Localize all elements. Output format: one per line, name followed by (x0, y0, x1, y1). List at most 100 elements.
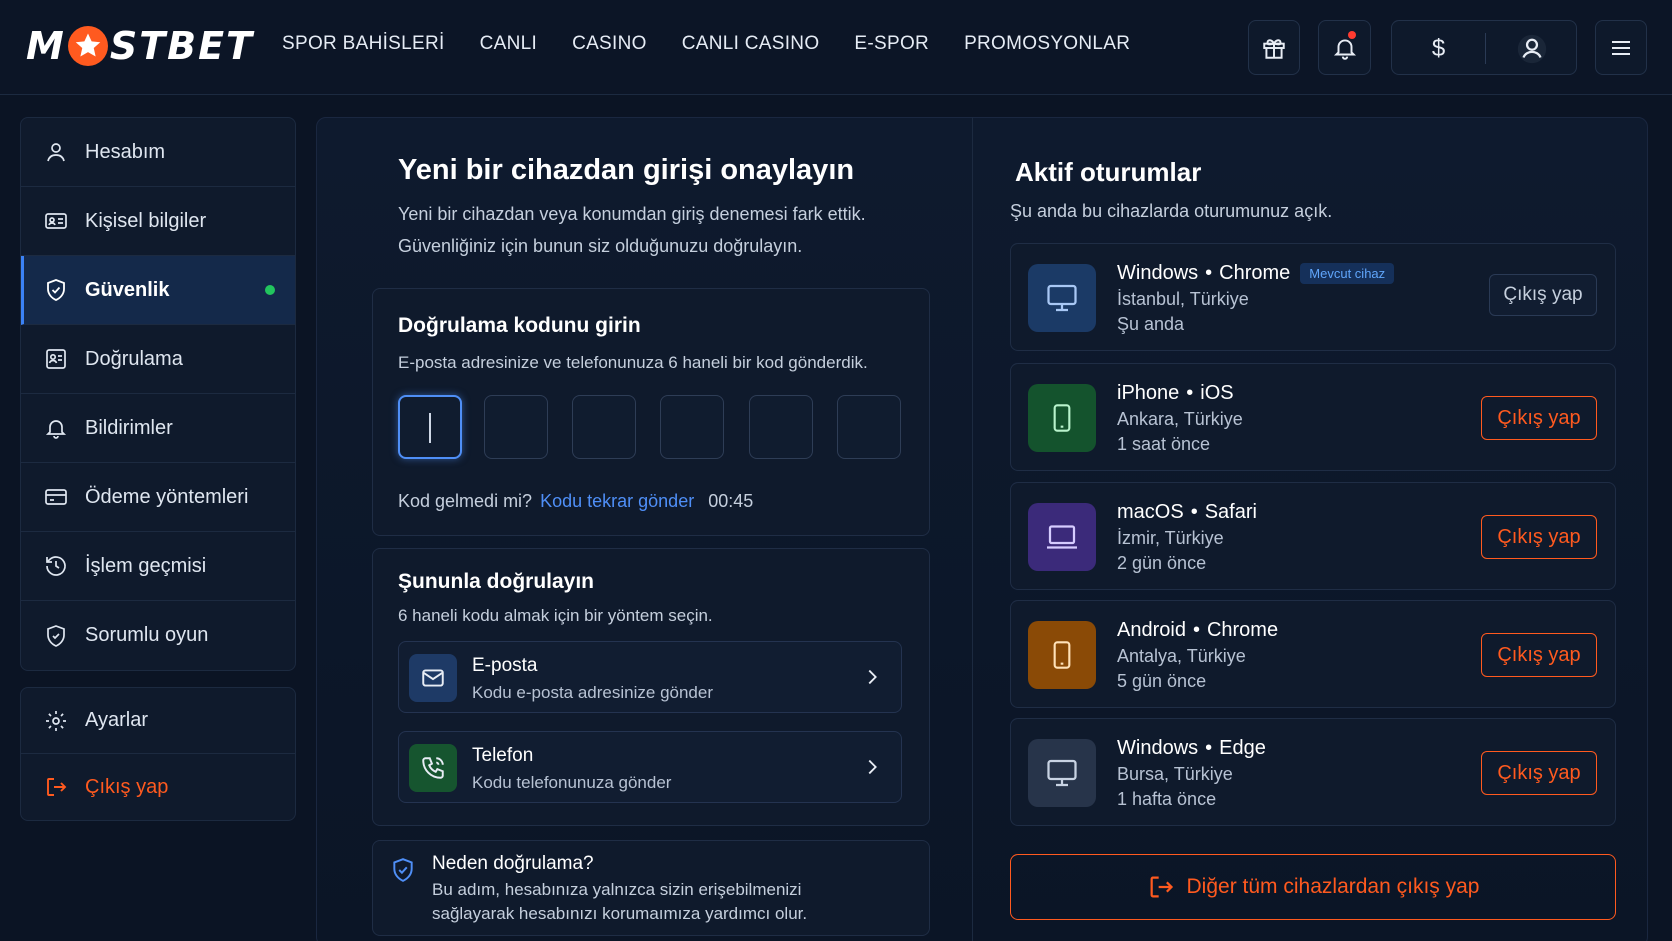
sidebar-item-ayarlar[interactable]: Ayarlar (21, 688, 295, 754)
session-os: Windows (1117, 737, 1199, 759)
gift-button[interactable] (1248, 20, 1300, 75)
session-location: Ankara, Türkiye (1117, 409, 1243, 429)
session-time: Şu anda (1117, 314, 1185, 334)
sidebar-menu: Hesabım Kişisel bilgiler Güvenlik Doğrul… (20, 117, 296, 671)
sidebar-item-bildirimler[interactable]: Bildirimler (21, 394, 295, 463)
session-os: macOS (1117, 501, 1184, 523)
session-os: Windows (1117, 262, 1199, 284)
sidebar-item-kisisel-bilgiler[interactable]: Kişisel bilgiler (21, 187, 295, 256)
session-device: Windows • Edge (1117, 737, 1266, 760)
panel-divider (972, 117, 973, 941)
resend-timer: 00:45 (708, 491, 754, 511)
phone-icon (1028, 384, 1096, 452)
code-digit-input-2[interactable] (484, 395, 548, 459)
sidebar-item-hesabim[interactable]: Hesabım (21, 118, 295, 187)
session-os: iPhone (1117, 382, 1180, 404)
sidebar-item-label: Ödeme yöntemleri (85, 485, 249, 508)
session-row: macOS • Safari İzmir, Türkiye 2 gün önce… (1010, 482, 1616, 590)
bullet-separator: • (1205, 262, 1213, 284)
phone-option[interactable]: Telefon Kodu telefonunuza gönder (398, 731, 902, 803)
phone-option-title: Telefon (472, 745, 534, 766)
sidebar-item-cikis-yap[interactable]: Çıkış yap (21, 754, 295, 820)
logo-star-icon (67, 26, 108, 66)
session-location: Bursa, Türkiye (1117, 764, 1233, 784)
shield-check-icon (43, 623, 69, 649)
logout-all-devices-button[interactable]: Diğer tüm cihazlardan çıkış yap (1010, 854, 1616, 920)
sidebar-item-label: Güvenlik (85, 278, 170, 301)
current-device-badge: Mevcut cihaz (1300, 263, 1395, 284)
logout-icon (43, 774, 69, 800)
sidebar-item-label: Ayarlar (85, 709, 148, 731)
active-status-dot (265, 285, 275, 295)
code-card-desc: E-posta adresinize ve telefonunuza 6 han… (398, 353, 868, 372)
session-logout-button[interactable]: Çıkış yap (1481, 396, 1597, 440)
nav-spor-bahisleri[interactable]: SPOR BAHİSLERİ (282, 33, 445, 55)
bullet-separator: • (1186, 382, 1194, 404)
sidebar-item-dogrulama[interactable]: Doğrulama (21, 325, 295, 394)
nav-canli[interactable]: CANLI (480, 33, 537, 55)
method-card-desc: 6 haneli kodu almak için bir yöntem seçi… (398, 606, 713, 625)
sidebar-item-label: Sorumlu oyun (85, 624, 209, 646)
session-logout-button[interactable]: Çıkış yap (1489, 274, 1597, 316)
session-browser: Safari (1204, 501, 1257, 523)
code-card-title: Doğrulama kodunu girin (398, 314, 641, 337)
sidebar-item-sorumlu-oyun[interactable]: Sorumlu oyun (21, 601, 295, 670)
main-nav: SPOR BAHİSLERİ CANLI CASINO CANLI CASINO… (282, 33, 1165, 55)
code-digit-input-1[interactable] (398, 395, 462, 459)
nav-casino[interactable]: CASINO (572, 33, 647, 55)
sidebar-item-odeme-yontemleri[interactable]: Ödeme yöntemleri (21, 463, 295, 532)
session-logout-button[interactable]: Çıkış yap (1481, 515, 1597, 559)
session-time: 1 saat önce (1117, 434, 1211, 454)
laptop-icon (1028, 503, 1096, 571)
resend-row: Kod gelmedi mi? Kodu tekrar gönder 00:45 (398, 491, 753, 512)
session-time: 5 gün önce (1117, 671, 1207, 691)
method-card-title: Şununla doğrulayın (398, 570, 595, 593)
notifications-button[interactable] (1318, 20, 1371, 75)
nav-promosyonlar[interactable]: PROMOSYONLAR (964, 33, 1130, 55)
brand-logo[interactable]: M STBET (26, 24, 254, 68)
phone-icon (1028, 621, 1096, 689)
code-digit-input-6[interactable] (837, 395, 901, 459)
session-logout-button[interactable]: Çıkış yap (1481, 751, 1597, 795)
session-logout-button[interactable]: Çıkış yap (1481, 633, 1597, 677)
sidebar-item-label: Hesabım (85, 140, 166, 163)
session-device: Android • Chrome (1117, 619, 1278, 642)
why-verify-line2: sağlayarak hesabınızı korumaımıza yardım… (432, 904, 808, 923)
code-digit-input-4[interactable] (660, 395, 724, 459)
nav-e-spor[interactable]: E-SPOR (854, 33, 929, 55)
phone-option-sub: Kodu telefonunuza gönder (472, 773, 672, 792)
session-browser: iOS (1200, 382, 1234, 404)
chevron-right-icon (868, 669, 877, 685)
logo-text-right: STBET (109, 24, 254, 68)
sidebar-item-label: Bildirimler (85, 416, 173, 439)
bell-icon (43, 415, 69, 441)
chevron-right-icon (868, 759, 877, 775)
currency-button[interactable]: $ (1392, 21, 1485, 76)
sidebar-item-label: İşlem geçmisi (85, 554, 207, 577)
nav-canli-casino[interactable]: CANLI CASINO (682, 33, 820, 55)
logout-icon (1150, 876, 1173, 898)
bullet-separator: • (1190, 501, 1198, 523)
session-row: Windows • Edge Bursa, Türkiye 1 hafta ön… (1010, 718, 1616, 826)
gift-icon (1263, 38, 1285, 59)
session-time: 1 hafta önce (1117, 789, 1217, 809)
why-verify-title: Neden doğrulama? (432, 853, 594, 874)
email-option[interactable]: E-posta Kodu e-posta adresinize gönder (398, 641, 902, 713)
code-digit-input-3[interactable] (572, 395, 636, 459)
resend-code-link[interactable]: Kodu tekrar gönder (540, 491, 694, 511)
session-row: iPhone • iOS Ankara, Türkiye 1 saat önce… (1010, 363, 1616, 471)
account-controls: $ (1391, 20, 1577, 75)
menu-button[interactable] (1595, 20, 1647, 75)
session-os: Android (1117, 619, 1186, 641)
sidebar-item-islem-gecmisi[interactable]: İşlem geçmisi (21, 532, 295, 601)
session-browser: Edge (1219, 737, 1266, 759)
no-code-text: Kod gelmedi mi? (398, 491, 533, 511)
top-header: M STBET SPOR BAHİSLERİ CANLI CASINO CANL… (0, 0, 1672, 95)
user-icon (43, 139, 69, 165)
sidebar-item-label: Doğrulama (85, 347, 183, 370)
sidebar-item-guvenlik[interactable]: Güvenlik (21, 256, 295, 325)
profile-button[interactable] (1486, 21, 1578, 76)
shield-check-icon (393, 858, 413, 882)
code-digit-input-5[interactable] (749, 395, 813, 459)
session-location: Antalya, Türkiye (1117, 646, 1246, 666)
